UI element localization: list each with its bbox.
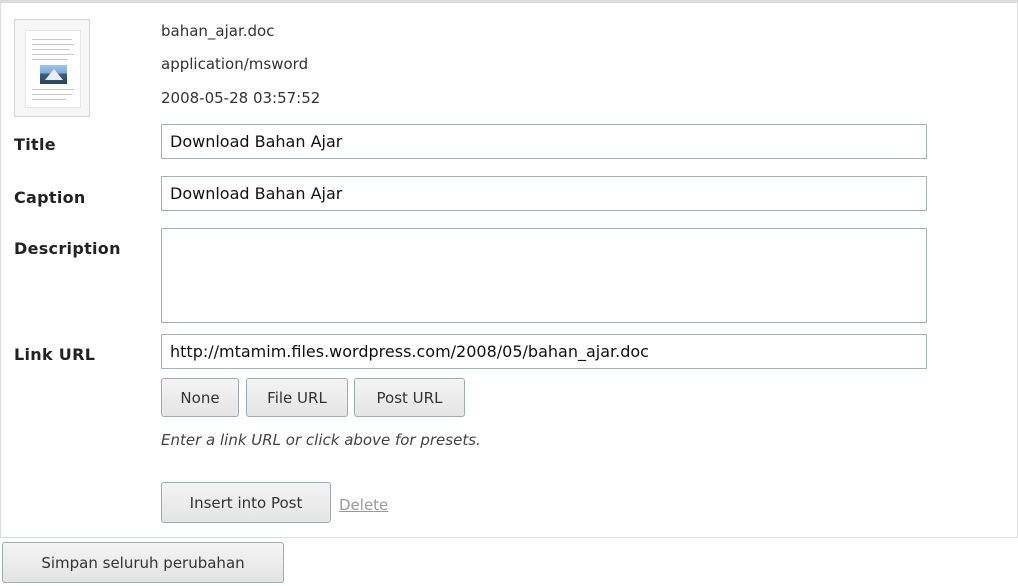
insert-into-post-button[interactable]: Insert into Post [161, 482, 331, 523]
description-textarea[interactable] [161, 228, 927, 323]
delete-link[interactable]: Delete [339, 496, 388, 514]
link-post-url-button[interactable]: Post URL [354, 378, 465, 417]
link-url-label: Link URL [14, 345, 96, 364]
save-all-changes-button[interactable]: Simpan seluruh perubahan [2, 542, 284, 583]
caption-input[interactable] [161, 176, 927, 211]
link-file-url-button[interactable]: File URL [246, 378, 348, 417]
media-item-panel: bahan_ajar.doc application/msword 2008-0… [0, 0, 1018, 538]
caption-label: Caption [14, 188, 86, 207]
title-input[interactable] [161, 124, 927, 159]
word-document-icon [25, 30, 81, 108]
description-label: Description [14, 239, 121, 258]
attachment-date: 2008-05-28 03:57:52 [161, 89, 321, 107]
title-label: Title [14, 135, 56, 154]
attachment-filename: bahan_ajar.doc [161, 22, 275, 40]
attachment-thumbnail [14, 19, 90, 117]
attachment-mime-type: application/msword [161, 55, 309, 73]
link-url-input[interactable] [161, 334, 927, 369]
link-none-button[interactable]: None [161, 378, 239, 417]
link-url-hint: Enter a link URL or click above for pres… [161, 431, 481, 449]
